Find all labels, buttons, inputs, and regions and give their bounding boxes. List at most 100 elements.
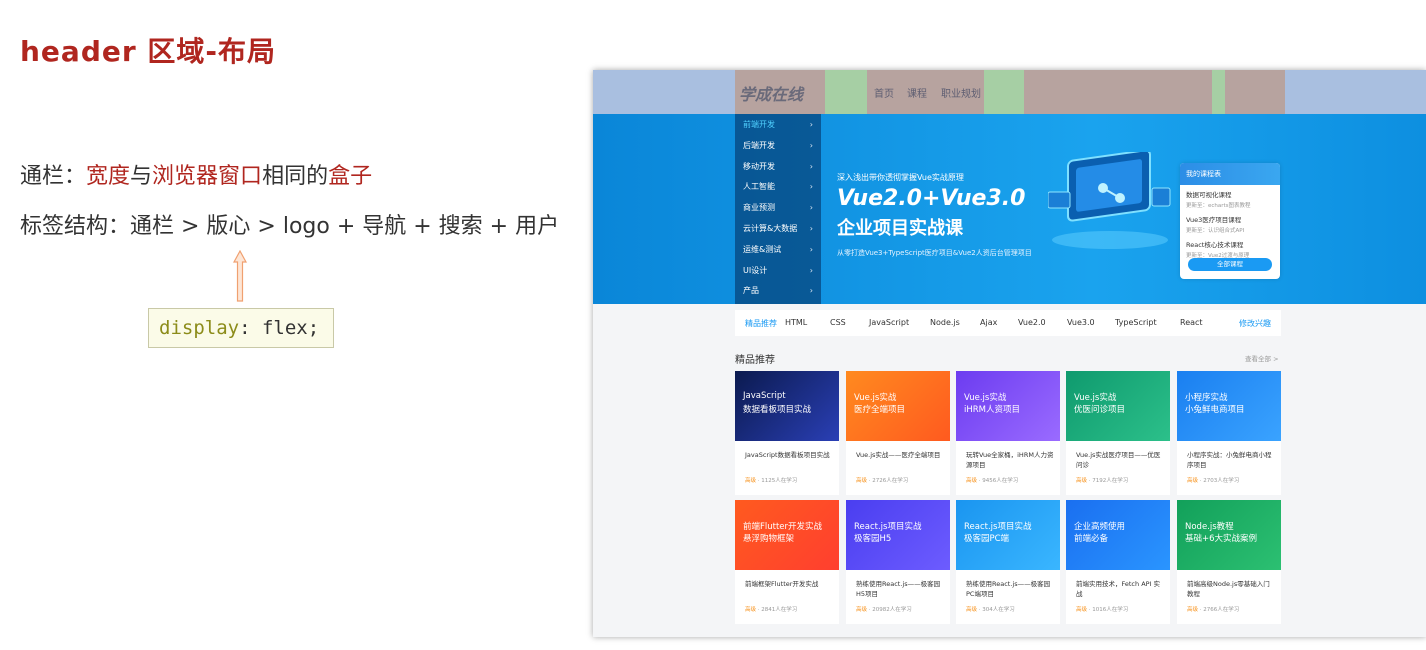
- chevron-right-icon: ›: [809, 286, 813, 296]
- menu-item[interactable]: 产品 ›: [735, 280, 821, 301]
- my-course-item[interactable]: 数据可视化课程 更新至：echarts图表教程: [1180, 185, 1280, 210]
- course-level: 高级: [1187, 607, 1199, 613]
- nav-home[interactable]: 首页: [874, 85, 894, 100]
- header-user-region: [1225, 70, 1285, 114]
- recommend-tag[interactable]: Vue3.0: [1067, 318, 1095, 327]
- my-course-item[interactable]: React核心技术课程 更新至：Vue2过渡与原理: [1180, 235, 1280, 260]
- view-all-link[interactable]: 查看全部 >: [1245, 353, 1279, 363]
- header-bar: 学成在线 首页 课程 职业规划: [593, 70, 1426, 114]
- course-cover-subtitle: 医疗全端项目: [854, 405, 906, 415]
- slide-title: header 区域-布局: [20, 35, 277, 68]
- menu-item[interactable]: 移动开发 ›: [735, 156, 821, 177]
- code-snippet: display: flex;: [148, 308, 334, 348]
- menu-item-label: 人工智能: [743, 182, 775, 192]
- course-title: 玩转Vue全家桶，iHRM人力资源项目: [966, 451, 1054, 469]
- recommend-tag[interactable]: Node.js: [930, 318, 960, 327]
- recommend-tag[interactable]: CSS: [830, 318, 846, 327]
- menu-item[interactable]: 人工智能 ›: [735, 176, 821, 197]
- course-count: 1016人在学习: [1092, 607, 1129, 613]
- recommend-tag[interactable]: JavaScript: [869, 318, 909, 327]
- line1-box: 盒子: [328, 164, 373, 189]
- course-meta: 高级 · 2766人在学习: [1187, 607, 1240, 613]
- recommend-tag[interactable]: Vue2.0: [1018, 318, 1046, 327]
- up-arrow-icon: [233, 250, 247, 302]
- banner-description: 从零打造Vue3+TypeScript医疗项目&Vue2人资后台管理项目: [837, 249, 1032, 257]
- course-title: Vue.js实战医疗项目——优医问诊: [1076, 451, 1161, 469]
- course-card[interactable]: 小程序实战 小兔鲜电商项目 小程序实战：小兔鲜电商小程序项目 高级 · 2703…: [1177, 371, 1281, 495]
- edit-interest-link[interactable]: 修改兴趣: [1239, 318, 1271, 329]
- course-card[interactable]: Vue.js实战 医疗全端项目 Vue.js实战——医疗全端项目 高级 · 27…: [846, 371, 950, 495]
- menu-item[interactable]: UI设计 ›: [735, 260, 821, 281]
- my-course-name: Vue3医疗项目课程: [1186, 216, 1242, 224]
- course-cover-title: Vue.js实战: [1074, 393, 1117, 403]
- chevron-right-icon: ›: [809, 265, 813, 275]
- code-value: : flex;: [239, 317, 320, 339]
- site-logo[interactable]: 学成在线: [739, 81, 803, 105]
- course-level: 高级: [856, 607, 868, 613]
- code-property: display: [159, 317, 240, 339]
- course-level: 高级: [1076, 607, 1088, 613]
- course-cover-title: 企业高频使用: [1074, 522, 1126, 532]
- course-cover-title: React.js项目实战: [964, 522, 1032, 532]
- course-card[interactable]: Node.js教程 基础+6大实战案例 前端高级Node.js零基础入门教程 高…: [1177, 500, 1281, 624]
- menu-item[interactable]: 前端开发 ›: [735, 114, 821, 135]
- recommend-tag[interactable]: TypeScript: [1115, 318, 1157, 327]
- chevron-right-icon: ›: [809, 161, 813, 171]
- line1-browser-window: 浏览器窗口: [152, 164, 263, 189]
- course-title: JavaScript数据看板项目实战: [745, 451, 830, 459]
- banner-title-2: 企业项目实战课: [837, 218, 963, 239]
- all-courses-button[interactable]: 全部课程: [1188, 258, 1272, 271]
- course-count: 2726人在学习: [872, 478, 909, 484]
- course-cover-subtitle: 极客园PC端: [964, 534, 1010, 544]
- course-level: 高级: [966, 607, 978, 613]
- course-card[interactable]: Vue.js实战 iHRM人资项目 玩转Vue全家桶，iHRM人力资源项目 高级…: [956, 371, 1060, 495]
- course-card[interactable]: 前端Flutter开发实战 悬浮购物框架 前端框架Flutter开发实战 高级 …: [735, 500, 839, 624]
- course-meta: 高级 · 2726人在学习: [856, 478, 909, 484]
- my-course-name: 数据可视化课程: [1186, 191, 1232, 199]
- course-count: 20982人在学习: [872, 607, 912, 613]
- menu-item[interactable]: 商业预测 ›: [735, 197, 821, 218]
- course-card[interactable]: Vue.js实战 优医问诊项目 Vue.js实战医疗项目——优医问诊 高级 · …: [1066, 371, 1170, 495]
- banner-subtitle: 深入浅出带你透彻掌握Vue实战原理: [837, 173, 964, 182]
- menu-item[interactable]: 云计算&大数据 ›: [735, 218, 821, 239]
- course-count: 2703人在学习: [1203, 478, 1240, 484]
- slide-line-tonglan: 通栏：宽度与浏览器窗口相同的盒子: [20, 158, 372, 190]
- recommend-tag[interactable]: React: [1180, 318, 1203, 327]
- menu-item-label: UI设计: [743, 265, 768, 275]
- course-cover-title: Node.js教程: [1185, 522, 1234, 532]
- chevron-right-icon: ›: [809, 203, 813, 213]
- course-meta: 高级 · 9456人在学习: [966, 478, 1019, 484]
- course-count: 9456人在学习: [982, 478, 1019, 484]
- chevron-right-icon: ›: [809, 140, 813, 150]
- course-count: 7192人在学习: [1092, 478, 1129, 484]
- menu-item[interactable]: 后端开发 ›: [735, 135, 821, 156]
- course-meta: 高级 · 304人在学习: [966, 607, 1015, 613]
- course-card[interactable]: React.js项目实战 极客园H5 熟练使用React.js——极客园H5项目…: [846, 500, 950, 624]
- header-search-region: [1024, 70, 1212, 114]
- chevron-right-icon: ›: [809, 223, 813, 233]
- course-level: 高级: [966, 478, 978, 484]
- recommend-tag[interactable]: HTML: [785, 318, 807, 327]
- banner-illustration: [1048, 152, 1171, 249]
- line1-same: 相同的: [262, 164, 329, 189]
- my-course-item[interactable]: Vue3医疗项目课程 更新至：认识组合式API: [1180, 210, 1280, 235]
- nav-career[interactable]: 职业规划: [941, 85, 981, 100]
- course-title: 小程序实战：小兔鲜电商小程序项目: [1187, 451, 1272, 469]
- course-level: 高级: [856, 478, 868, 484]
- course-cover-subtitle: 极客园H5: [854, 534, 892, 544]
- nav-courses[interactable]: 课程: [907, 85, 927, 100]
- course-cover-title: Vue.js实战: [854, 393, 897, 403]
- course-cover-title: 前端Flutter开发实战: [743, 522, 823, 532]
- course-card[interactable]: React.js项目实战 极客园PC端 熟练使用React.js——极客园PC端…: [956, 500, 1060, 624]
- my-course-name: React核心技术课程: [1186, 241, 1244, 249]
- recommend-tag[interactable]: Ajax: [980, 318, 997, 327]
- chevron-right-icon: ›: [809, 120, 813, 129]
- menu-item[interactable]: 运维&测试 ›: [735, 239, 821, 260]
- menu-item-label: 云计算&大数据: [743, 223, 798, 233]
- course-card[interactable]: 企业高频使用 前端必备 前端实用技术，Fetch API 实战 高级 · 101…: [1066, 500, 1170, 624]
- chevron-right-icon: ›: [809, 182, 813, 192]
- line1-label: 通栏：: [20, 164, 87, 189]
- course-cover-subtitle: iHRM人资项目: [964, 405, 1020, 415]
- course-card[interactable]: JavaScript 数据看板项目实战 JavaScript数据看板项目实战 高…: [735, 371, 839, 495]
- course-count: 2841人在学习: [761, 607, 798, 613]
